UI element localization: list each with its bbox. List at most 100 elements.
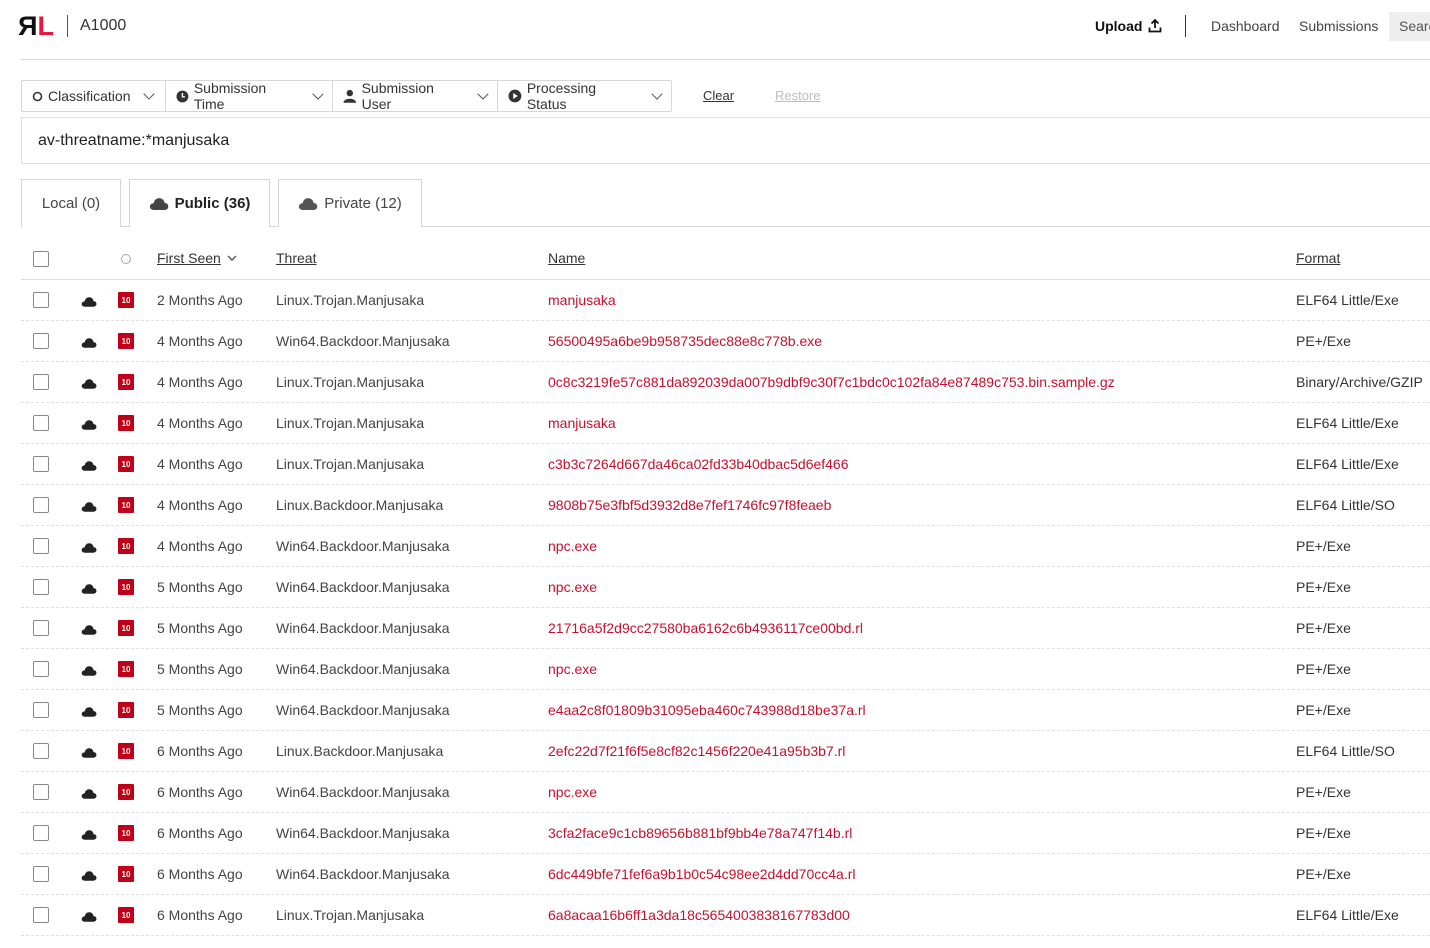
filter-submission-time-label: Submission Time (193, 80, 267, 112)
row-checkbox[interactable] (33, 456, 49, 472)
first-seen-cell: 4 Months Ago (157, 456, 243, 472)
nav-search[interactable]: Search (1389, 12, 1430, 41)
sample-name-link[interactable]: 56500495a6be9b958735dec88e8c778b.exe (548, 333, 822, 349)
rl-logo[interactable]: RL (20, 11, 54, 41)
sample-name-link[interactable]: 3cfa2face9c1cb89656b881bf9bb4e78a747f14b… (548, 825, 852, 841)
table-row[interactable]: 10 4 Months Ago Linux.Trojan.Manjusaka 0c8c… (21, 362, 1430, 403)
first-seen-cell: 6 Months Ago (157, 825, 243, 841)
sample-name-link[interactable]: 6a8acaa16b6ff1a3da18c5654003838167783d00 (548, 907, 850, 923)
risk-score-badge: 10 (118, 784, 134, 800)
format-cell: Binary/Archive/GZIP (1296, 374, 1423, 390)
column-header-first-seen[interactable]: First Seen (157, 250, 237, 266)
sample-name-link[interactable]: 21716a5f2d9cc27580ba6162c6b4936117ce00bd… (548, 620, 863, 636)
sample-name-link[interactable]: manjusaka (548, 415, 616, 431)
play-circle-icon (508, 89, 522, 103)
row-checkbox[interactable] (33, 866, 49, 882)
risk-header-icon (121, 254, 131, 264)
cloud-icon (81, 827, 97, 843)
filter-submission-user[interactable]: Submission User (333, 80, 498, 112)
risk-score-badge: 10 (118, 292, 134, 308)
table-row[interactable]: 10 6 Months Ago Win64.Backdoor.Manjusaka 6d… (21, 854, 1430, 895)
sample-name-link[interactable]: npc.exe (548, 579, 597, 595)
row-checkbox[interactable] (33, 579, 49, 595)
nav-divider (1185, 15, 1186, 37)
chevron-down-icon (143, 88, 156, 100)
table-row[interactable]: 10 6 Months Ago Linux.Backdoor.Manjusaka 2e… (21, 731, 1430, 772)
filter-submission-time[interactable]: Submission Time (166, 80, 333, 112)
table-row[interactable]: 10 6 Months Ago Linux.Trojan.Manjusaka 6a8a… (21, 895, 1430, 936)
row-checkbox[interactable] (33, 743, 49, 759)
sample-name-link[interactable]: npc.exe (548, 661, 597, 677)
sample-name-link[interactable]: 0c8c3219fe57c881da892039da007b9dbf9c30f7… (548, 374, 1115, 390)
sample-name-link[interactable]: 9808b75e3fbf5d3932d8e7fef1746fc97f8feaeb (548, 497, 831, 513)
row-checkbox[interactable] (33, 620, 49, 636)
row-checkbox[interactable] (33, 538, 49, 554)
sample-name-link[interactable]: npc.exe (548, 538, 597, 554)
sample-name-link[interactable]: e4aa2c8f01809b31095eba460c743988d18be37a… (548, 702, 866, 718)
format-cell: ELF64 Little/Exe (1296, 907, 1399, 923)
table-row[interactable]: 10 5 Months Ago Win64.Backdoor.Manjusaka e4… (21, 690, 1430, 731)
sample-name-link[interactable]: npc.exe (548, 784, 597, 800)
risk-score-badge: 10 (118, 579, 134, 595)
upload-button[interactable]: Upload (1095, 18, 1162, 34)
table-row[interactable]: 10 2 Months Ago Linux.Trojan.Manjusaka manj… (21, 280, 1430, 321)
threat-cell: Win64.Backdoor.Manjusaka (276, 620, 450, 636)
table-row[interactable]: 10 4 Months Ago Win64.Backdoor.Manjusaka 56… (21, 321, 1430, 362)
risk-score-badge: 10 (118, 333, 134, 349)
table-row[interactable]: 10 5 Months Ago Win64.Backdoor.Manjusaka np… (21, 567, 1430, 608)
format-cell: ELF64 Little/SO (1296, 497, 1395, 513)
search-query-input[interactable]: av-threatname:*manjusaka (21, 117, 1430, 164)
threat-cell: Linux.Trojan.Manjusaka (276, 292, 425, 308)
cloud-icon (81, 335, 97, 351)
sample-name-link[interactable]: 6dc449bfe71fef6a9b1b0c54c98ee2d4dd70cc4a… (548, 866, 856, 882)
format-cell: ELF64 Little/SO (1296, 743, 1395, 759)
risk-score-badge: 10 (118, 661, 134, 677)
row-checkbox[interactable] (33, 292, 49, 308)
format-cell: PE+/Exe (1296, 661, 1351, 677)
threat-cell: Linux.Backdoor.Manjusaka (276, 497, 444, 513)
filter-classification[interactable]: Classification (22, 81, 166, 111)
nav-submissions[interactable]: Submissions (1299, 18, 1378, 34)
cloud-icon (149, 198, 168, 210)
table-row[interactable]: 10 5 Months Ago Win64.Backdoor.Manjusaka np… (21, 649, 1430, 690)
table-row[interactable]: 10 4 Months Ago Linux.Backdoor.Manjusaka 98… (21, 485, 1430, 526)
row-checkbox[interactable] (33, 784, 49, 800)
row-checkbox[interactable] (33, 333, 49, 349)
row-checkbox[interactable] (33, 907, 49, 923)
table-row[interactable]: 10 4 Months Ago Linux.Trojan.Manjusaka c3b3… (21, 444, 1430, 485)
row-checkbox[interactable] (33, 374, 49, 390)
sample-name-link[interactable]: 2efc22d7f21f6f5e8cf82c1456f220e41a95b3b7… (548, 743, 845, 759)
row-checkbox[interactable] (33, 497, 49, 513)
first-seen-cell: 5 Months Ago (157, 620, 243, 636)
restore-filters-link[interactable]: Restore (775, 88, 821, 103)
tab-public-label: Public (36) (174, 195, 251, 212)
circle-outline-icon (32, 91, 43, 101)
tab-private-label: Private (12) (324, 195, 402, 212)
table-row[interactable]: 10 5 Months Ago Win64.Backdoor.Manjusaka 21… (21, 608, 1430, 649)
table-row[interactable]: 10 6 Months Ago Win64.Backdoor.Manjusaka np… (21, 772, 1430, 813)
table-row[interactable]: 10 4 Months Ago Win64.Backdoor.Manjusaka np… (21, 526, 1430, 567)
column-header-threat[interactable]: Threat (276, 250, 316, 266)
tab-private[interactable]: Private (12) (278, 179, 422, 227)
row-checkbox[interactable] (33, 825, 49, 841)
sample-name-link[interactable]: c3b3c7264d667da46ca02fd33b40dbac5d6ef466 (548, 456, 849, 472)
first-seen-cell: 2 Months Ago (157, 292, 243, 308)
nav-dashboard[interactable]: Dashboard (1211, 18, 1280, 34)
tab-local[interactable]: Local (0) (21, 179, 121, 227)
first-seen-cell: 4 Months Ago (157, 333, 243, 349)
row-checkbox[interactable] (33, 702, 49, 718)
tab-public[interactable]: Public (36) (129, 179, 270, 227)
format-cell: PE+/Exe (1296, 538, 1351, 554)
threat-cell: Linux.Trojan.Manjusaka (276, 907, 425, 923)
column-header-name[interactable]: Name (548, 250, 585, 266)
column-header-format[interactable]: Format (1296, 250, 1340, 266)
row-checkbox[interactable] (33, 661, 49, 677)
row-checkbox[interactable] (33, 415, 49, 431)
table-row[interactable]: 10 6 Months Ago Win64.Backdoor.Manjusaka 3c… (21, 813, 1430, 854)
sample-name-link[interactable]: manjusaka (548, 292, 616, 308)
select-all-checkbox[interactable] (33, 251, 49, 267)
clear-filters-link[interactable]: Clear (703, 88, 734, 103)
cloud-icon (81, 704, 97, 720)
table-row[interactable]: 10 4 Months Ago Linux.Trojan.Manjusaka manj… (21, 403, 1430, 444)
filter-processing-status[interactable]: Processing Status (498, 80, 671, 112)
